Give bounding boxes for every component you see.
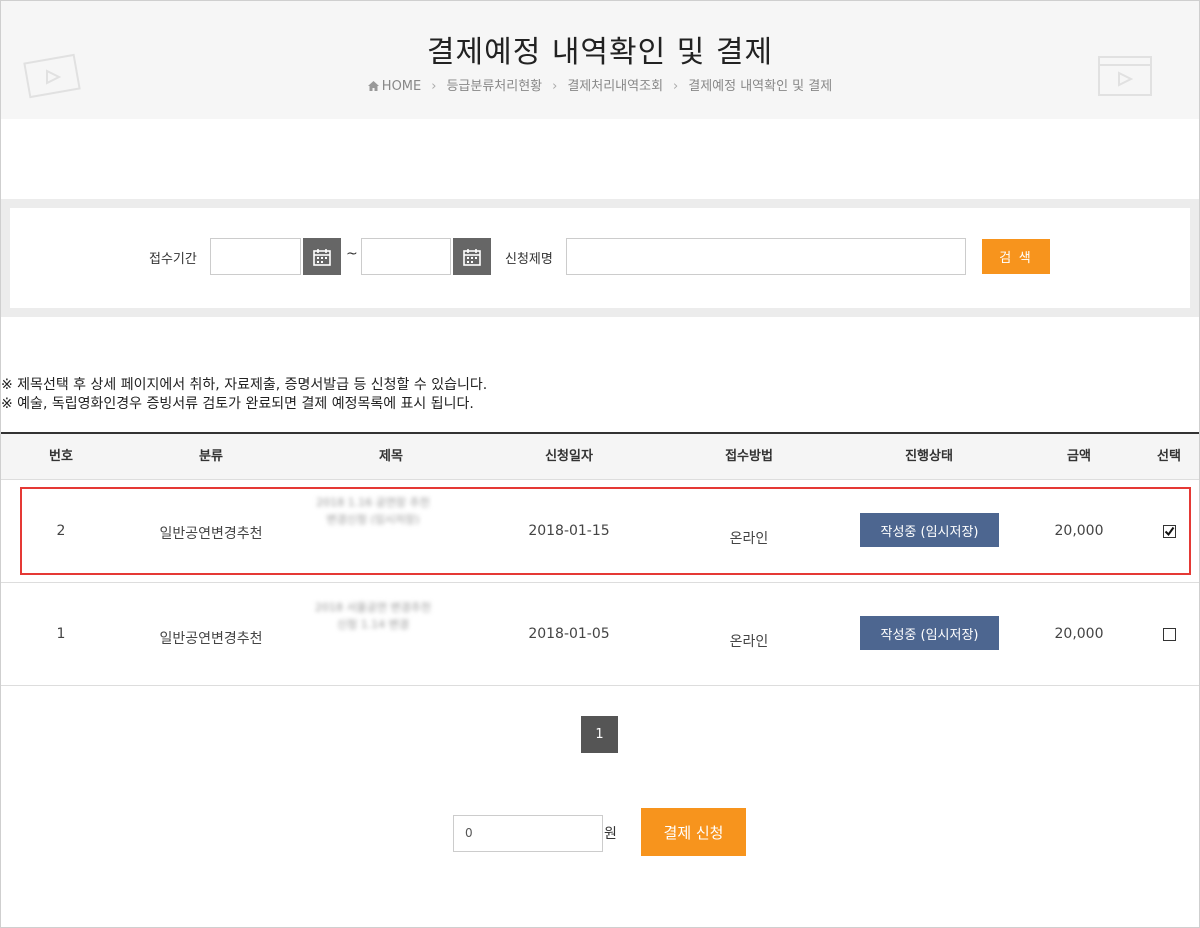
notice-line: ※ 예술, 독립영화인경우 증빙서류 검토가 완료되면 결제 예정목록에 표시 … xyxy=(1,396,474,412)
header-no: 번호 xyxy=(49,449,73,464)
table-header: 번호 분류 제목 신청일자 접수방법 진행상태 금액 선택 xyxy=(1,432,1199,480)
search-button[interactable]: 검 색 xyxy=(982,239,1050,274)
row-no: 1 xyxy=(56,626,66,642)
status-button[interactable]: 작성중 (임시저장) xyxy=(860,616,999,650)
table-row: 2 일반공연변경추천 2018 1.16 공연장 추천 변경신청 (임시저장) … xyxy=(1,480,1199,583)
chevron-right-icon: › xyxy=(552,79,558,94)
row-title-link[interactable]: 2018 서울공연 변경추천 신청 1.14 변경 xyxy=(313,599,433,633)
header-date: 신청일자 xyxy=(545,449,593,464)
checkmark-icon xyxy=(1164,526,1175,537)
header-category: 분류 xyxy=(199,449,223,464)
table-row: 1 일반공연변경추천 2018 서울공연 변경추천 신청 1.14 변경 201… xyxy=(1,583,1199,686)
header-title: 제목 xyxy=(379,449,403,464)
end-date-input[interactable] xyxy=(361,238,451,275)
breadcrumb-item[interactable]: 결제처리내역조회 xyxy=(567,79,663,94)
notice-block: ※ 제목선택 후 상세 페이지에서 취하, 자료제출, 증명서발급 등 신청할 … xyxy=(1,376,487,414)
header-status: 진행상태 xyxy=(905,449,953,464)
row-amount: 20,000 xyxy=(1054,523,1104,539)
payment-table: 번호 분류 제목 신청일자 접수방법 진행상태 금액 선택 2 일반공연변경추천… xyxy=(1,432,1199,686)
title-label: 신청제명 xyxy=(505,252,553,267)
page-title: 결제예정 내역확인 및 결제 xyxy=(426,35,774,70)
row-select-checkbox[interactable] xyxy=(1163,525,1176,538)
row-no: 2 xyxy=(56,523,66,539)
header-amount: 금액 xyxy=(1067,449,1091,464)
status-button[interactable]: 작성중 (임시저장) xyxy=(860,513,999,547)
breadcrumb-item[interactable]: 등급분류처리현황 xyxy=(446,79,542,94)
home-icon xyxy=(367,81,379,91)
row-method: 온라인 xyxy=(729,531,769,547)
period-label: 접수기간 xyxy=(149,252,197,267)
search-panel: 접수기간 ~ 신청제명 검 색 xyxy=(1,199,1199,317)
start-calendar-button[interactable] xyxy=(303,238,341,275)
calendar-icon xyxy=(463,248,481,266)
breadcrumb-current: 결제예정 내역확인 및 결제 xyxy=(688,79,833,94)
row-select-checkbox[interactable] xyxy=(1163,628,1176,641)
breadcrumb-home[interactable]: HOME xyxy=(382,79,421,94)
chevron-right-icon: › xyxy=(673,79,679,94)
notice-line: ※ 제목선택 후 상세 페이지에서 취하, 자료제출, 증명서발급 등 신청할 … xyxy=(1,377,488,393)
title-input[interactable] xyxy=(566,238,966,275)
calendar-icon xyxy=(313,248,331,266)
currency-unit: 원 xyxy=(604,826,617,842)
page-button-current[interactable]: 1 xyxy=(581,716,618,753)
row-date: 2018-01-05 xyxy=(528,626,610,642)
start-date-input[interactable] xyxy=(210,238,301,275)
breadcrumb: HOME › 등급분류처리현황 › 결제처리내역조회 › 결제예정 내역확인 및 결제 xyxy=(1,75,1199,94)
chevron-right-icon: › xyxy=(431,79,437,94)
row-category: 일반공연변경추천 xyxy=(159,631,263,647)
page-header: 결제예정 내역확인 및 결제 HOME › 등급분류처리현황 › 결제처리내역조회 › 결제… xyxy=(1,1,1199,119)
payment-request-button[interactable]: 결제 신청 xyxy=(641,808,746,856)
header-select: 선택 xyxy=(1157,449,1181,464)
row-amount: 20,000 xyxy=(1054,626,1104,642)
row-title-link[interactable]: 2018 1.16 공연장 추천 변경신청 (임시저장) xyxy=(313,494,433,528)
date-range-separator: ~ xyxy=(346,246,358,262)
search-form: 접수기간 ~ 신청제명 검 색 xyxy=(10,208,1190,308)
row-date: 2018-01-15 xyxy=(528,523,610,539)
payment-amount-input[interactable]: 0 xyxy=(453,815,603,852)
row-method: 온라인 xyxy=(729,634,769,650)
end-calendar-button[interactable] xyxy=(453,238,491,275)
header-method: 접수방법 xyxy=(725,449,773,464)
row-category: 일반공연변경추천 xyxy=(159,526,263,542)
